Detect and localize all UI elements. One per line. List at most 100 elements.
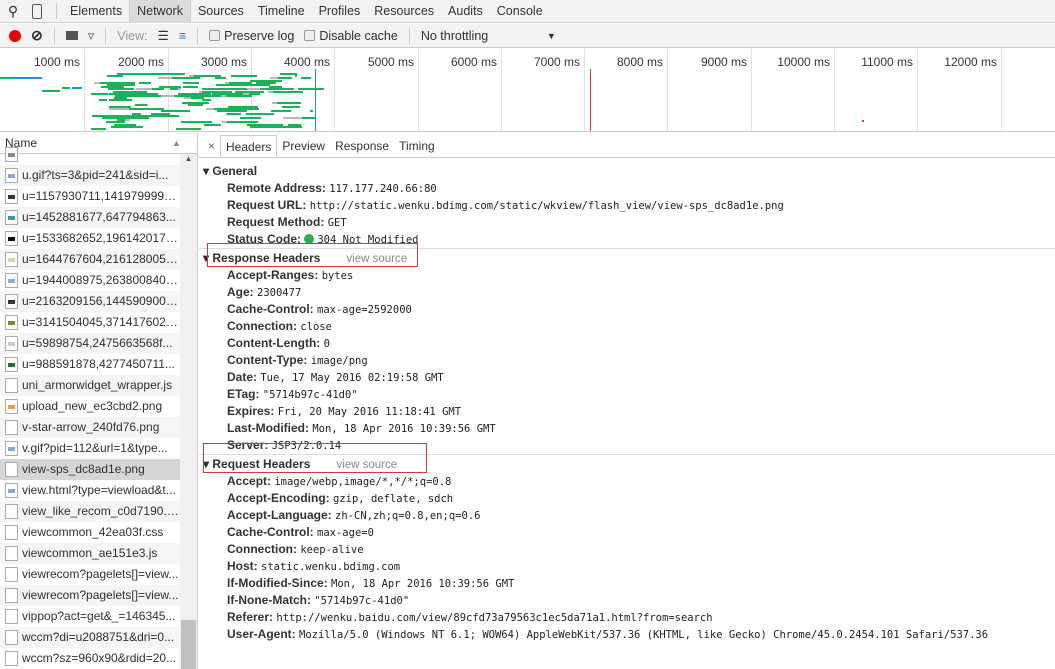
header-row: Referer: http://wenku.baidu.com/view/89c… [199,609,1055,626]
record-button[interactable] [5,29,21,42]
header-name: Accept-Encoding: [227,491,330,505]
header-row: Remote Address: 117.177.240.66:80 [199,180,1055,197]
request-bar [157,77,172,80]
capture-screenshots-icon[interactable] [65,31,78,40]
request-row[interactable]: viewrecom?pagelets[]=view... [0,564,180,585]
request-row[interactable]: u=1452881677,647794863... [0,207,180,228]
tab-network[interactable]: Network [129,0,191,23]
request-row[interactable] [0,144,180,165]
header-row: Accept-Ranges: bytes [199,267,1055,284]
request-name: u=1644767604,2161280054... [22,252,180,266]
tick-label: 8000 ms [616,55,663,69]
header-name: Accept: [227,474,272,488]
waterfall-icon[interactable]: ≡ [179,29,186,43]
header-value: Mozilla/5.0 (Windows NT 6.1; WOW64) Appl… [299,629,989,641]
disable-cache-checkbox[interactable]: Disable cache [304,29,398,43]
close-icon[interactable]: × [203,135,220,157]
request-bar [160,110,190,113]
request-row[interactable]: u=2163209156,1445909003... [0,291,180,312]
request-name: viewcommon_42ea03f.css [22,525,164,539]
section-general-header[interactable]: ▾ General [199,162,1055,180]
tab-resources[interactable]: Resources [367,0,441,23]
scroll-up-icon[interactable]: ▲ [180,154,197,163]
tab-timeline[interactable]: Timeline [251,0,312,23]
request-name: u=1157930711,1419799990... [22,189,180,203]
header-name: User-Agent: [227,627,296,641]
detail-tabs: × Headers Preview Response Timing [199,133,1055,158]
request-row[interactable]: upload_new_ec3cbd2.png [0,396,180,417]
request-bar [191,97,204,100]
throttling-select[interactable]: No throttling ▼ [421,29,556,43]
timeline-overview[interactable]: 1000 ms 2000 ms 3000 ms 4000 ms 5000 ms 6000 … [0,49,1055,132]
header-row: Request URL: http://static.wenku.bdimg.c… [199,197,1055,214]
tab-console[interactable]: Console [490,0,550,23]
file-icon [5,336,18,351]
request-bar [217,110,248,113]
header-value: http://wenku.baidu.com/view/89cfd73a7956… [276,612,713,624]
file-icon [5,588,18,603]
request-row[interactable]: v.gif?pid=112&url=1&type... [0,438,180,459]
request-row[interactable]: viewcommon_ae151e3.js [0,543,180,564]
file-icon [5,378,18,393]
detail-tab-headers[interactable]: Headers [220,135,278,157]
file-icon [5,630,18,645]
request-row[interactable]: wccm?sz=960x90&rdid=20... [0,648,180,669]
request-row[interactable]: u=1533682652,1961420176... [0,228,180,249]
header-value: 0 [323,338,330,350]
request-bar [114,123,136,126]
scrollbar-track[interactable]: ▲ [180,154,197,669]
tab-audits[interactable]: Audits [441,0,490,23]
request-row[interactable]: u=1944008975,2638008404... [0,270,180,291]
request-row[interactable]: u=59898754,2475663568f... [0,333,180,354]
request-bar [197,101,209,104]
header-name: Content-Length: [227,336,321,350]
header-value: image/png [310,355,368,367]
request-row[interactable]: u=1644767604,2161280054... [0,249,180,270]
tab-sources[interactable]: Sources [191,0,251,23]
request-bar [128,108,165,111]
header-value: Mon, 18 Apr 2016 10:39:56 GMT [331,578,515,590]
detail-tab-timing[interactable]: Timing [394,135,440,157]
request-row[interactable]: view.html?type=viewload&t... [0,480,180,501]
request-row[interactable]: v-star-arrow_240fd76.png [0,417,180,438]
request-row[interactable]: u.gif?ts=3&pid=241&sid=i... [0,165,180,186]
tab-profiles[interactable]: Profiles [312,0,368,23]
file-icon [5,525,18,540]
request-row[interactable]: viewcommon_42ea03f.css [0,522,180,543]
device-mode-icon[interactable] [32,3,42,19]
request-bar [109,114,144,117]
search-icon[interactable]: ⚲ [0,3,26,20]
request-row[interactable]: view_like_recom_c0d7190.css [0,501,180,522]
scrollbar-thumb[interactable] [181,620,196,669]
divider [197,27,199,44]
request-name: v-star-arrow_240fd76.png [22,420,160,434]
request-row[interactable]: view-sps_dc8ad1e.png [0,459,180,480]
devtools-tabbar: ⚲ Elements Network Sources Timeline Profiles… [0,0,1055,23]
request-bar [191,95,222,97]
request-bar [113,90,148,93]
request-row[interactable]: vippop?act=get&_=146345... [0,606,180,627]
large-rows-icon[interactable]: ☰ [158,28,169,43]
header-name: Last-Modified: [227,421,309,435]
grid-line [1001,49,1002,131]
tab-elements[interactable]: Elements [63,0,129,23]
file-icon [5,294,18,309]
request-row[interactable]: viewrecom?pagelets[]=view... [0,585,180,606]
detail-tab-preview[interactable]: Preview [277,135,330,157]
request-row[interactable]: u=988591878,4277450711... [0,354,180,375]
detail-tab-response[interactable]: Response [330,135,394,157]
request-bar [276,101,299,104]
request-bar [99,99,108,102]
request-row[interactable]: u=1157930711,1419799990... [0,186,180,207]
preserve-log-checkbox[interactable]: Preserve log [209,29,294,43]
request-row[interactable]: u=3141504045,3714176021... [0,312,180,333]
request-row[interactable]: uni_armorwidget_wrapper.js [0,375,180,396]
file-icon [5,546,18,561]
clear-button[interactable]: ⊘ [31,27,43,44]
tick-label: 12000 ms [944,55,997,69]
header-value: image/webp,image/*,*/*;q=0.8 [274,476,452,488]
request-bar [106,75,124,78]
filter-icon[interactable]: ▿ [88,28,95,44]
request-bar [204,123,222,126]
request-row[interactable]: wccm?di=u2088751&dri=0... [0,627,180,648]
